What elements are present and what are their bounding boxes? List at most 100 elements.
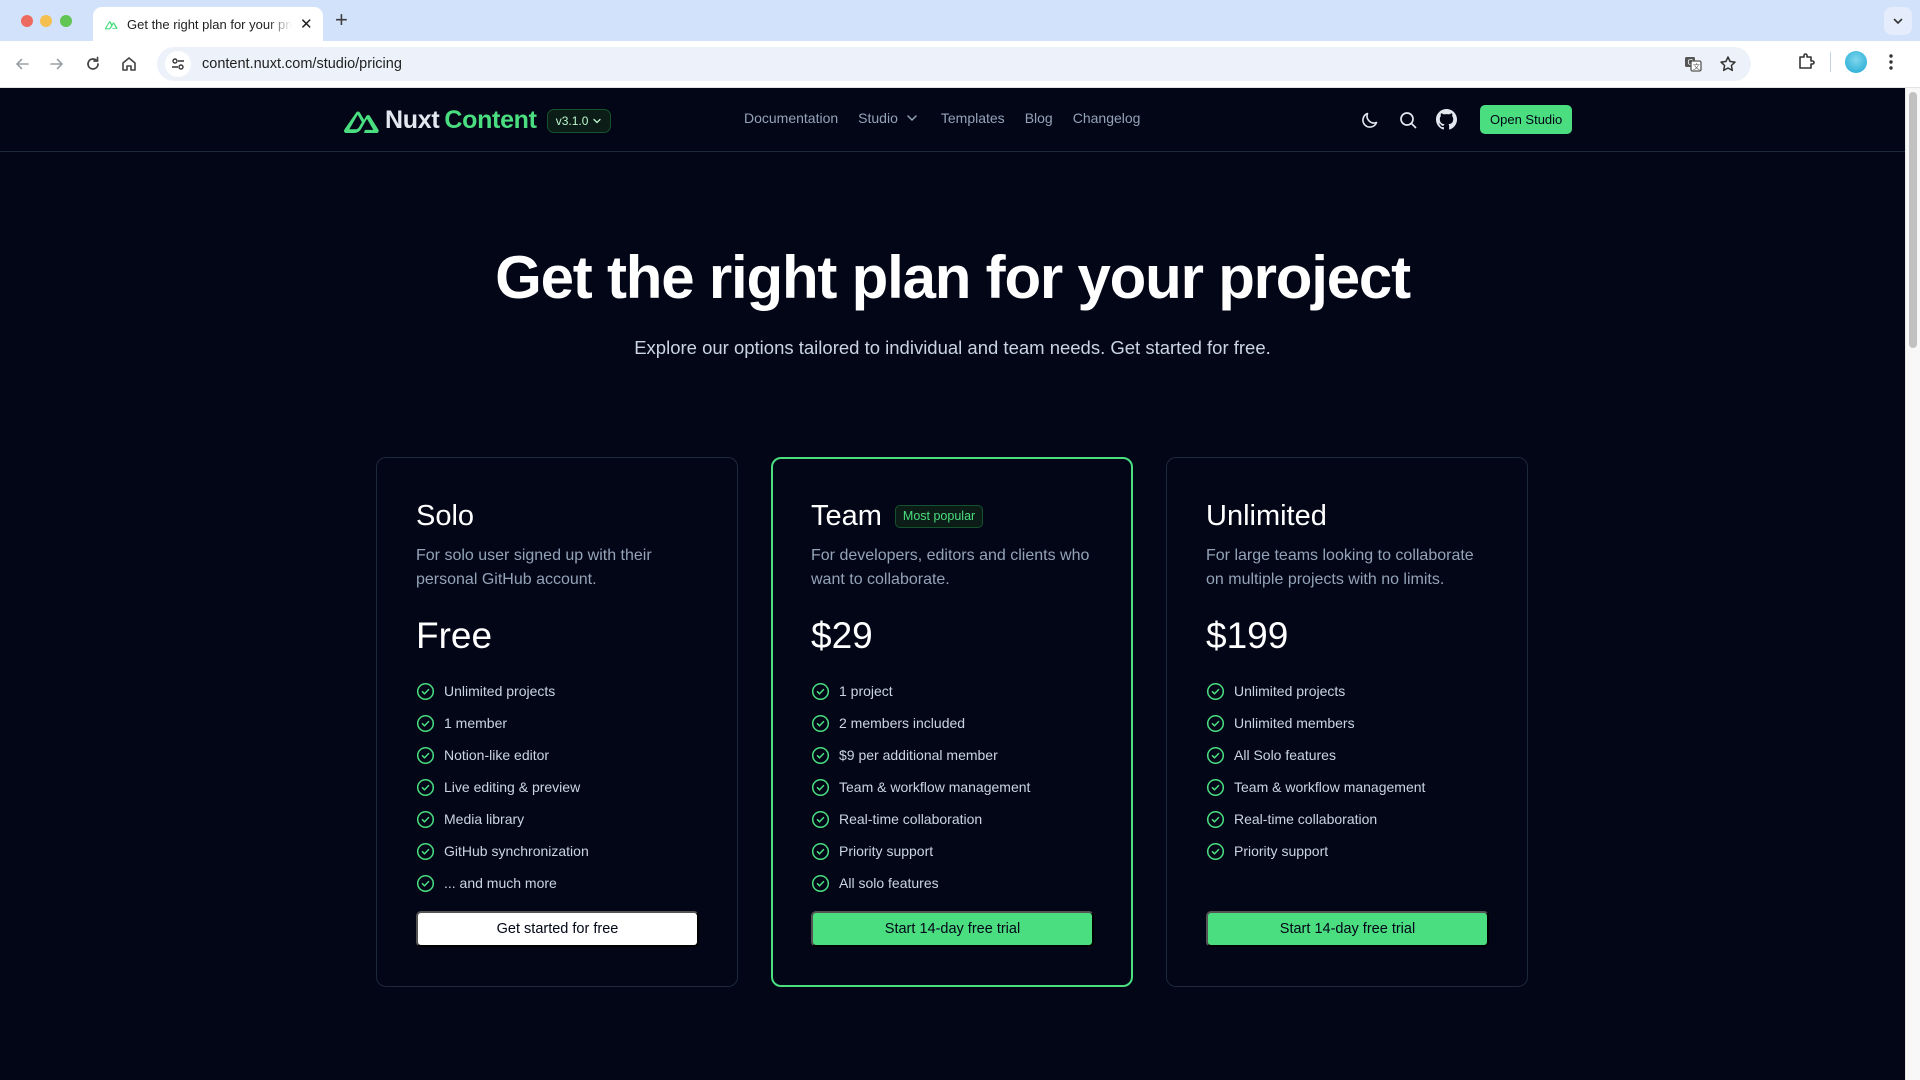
feature-item: Team & workflow management — [811, 771, 1093, 803]
plan-card-solo: Solo For solo user signed up with their … — [376, 457, 738, 987]
check-circle-icon — [1206, 842, 1225, 860]
toolbar-divider — [1830, 52, 1831, 72]
feature-item: Unlimited projects — [1206, 675, 1488, 707]
tab-search-button[interactable] — [1884, 7, 1912, 35]
plan-price: $29 — [811, 615, 873, 656]
main-nav: Documentation Studio Templates Blog Chan… — [744, 110, 1140, 126]
window-maximize-button[interactable] — [60, 15, 72, 27]
page-title: Get the right plan for your project — [495, 244, 1411, 311]
version-selector[interactable]: v3.1.0 — [546, 108, 612, 133]
nuxt-favicon-icon — [104, 21, 118, 30]
feature-item: 1 project — [811, 675, 1093, 707]
nav-studio[interactable]: Studio — [858, 110, 919, 126]
plan-name: Unlimited — [1206, 499, 1327, 532]
feature-item: ... and much more — [416, 867, 698, 899]
nav-changelog[interactable]: Changelog — [1073, 110, 1141, 126]
plan-price: $199 — [1206, 615, 1289, 656]
extensions-puzzle-icon[interactable] — [1796, 52, 1816, 72]
chevron-down-icon — [907, 115, 917, 122]
scrollbar-thumb[interactable] — [1909, 92, 1917, 348]
check-circle-icon — [811, 778, 830, 796]
nav-templates[interactable]: Templates — [941, 110, 1005, 126]
check-circle-icon — [416, 842, 435, 860]
feature-list: 1 project 2 members included $9 per additi… — [811, 675, 1093, 899]
feature-label: $9 per additional member — [839, 747, 998, 763]
nuxt-content-logo[interactable]: Nuxt Content v3.1.0 — [343, 106, 612, 135]
header-actions: Open Studio — [1358, 105, 1573, 134]
feature-label: Live editing & preview — [444, 779, 581, 795]
nav-label: Blog — [1024, 110, 1053, 126]
feature-label: Real-time collaboration — [839, 811, 983, 827]
get-started-free-button[interactable]: Get started for free — [416, 911, 699, 947]
back-button[interactable] — [9, 51, 35, 77]
feature-label: Priority support — [1234, 843, 1329, 859]
open-studio-button[interactable]: Open Studio — [1480, 105, 1573, 134]
feature-item: Unlimited members — [1206, 707, 1488, 739]
plan-name: Team — [811, 499, 882, 532]
close-tab-icon[interactable]: ✕ — [300, 17, 313, 32]
feature-label: Team & workflow management — [1234, 779, 1426, 795]
new-tab-button[interactable]: + — [335, 9, 348, 31]
reload-button[interactable] — [80, 51, 106, 77]
check-circle-icon — [811, 682, 830, 700]
check-circle-icon — [1206, 746, 1225, 764]
pricing-plans: Solo For solo user signed up with their … — [376, 457, 1528, 987]
github-link[interactable] — [1434, 108, 1458, 132]
plan-name: Solo — [416, 499, 475, 532]
feature-item: Real-time collaboration — [811, 803, 1093, 835]
svg-text:文: 文 — [1693, 62, 1700, 71]
check-circle-icon — [811, 842, 830, 860]
check-circle-icon — [811, 746, 830, 764]
github-icon — [1435, 109, 1457, 130]
feature-item: All Solo features — [1206, 739, 1488, 771]
logo-word-nuxt: Nuxt — [385, 106, 440, 134]
chevron-down-icon — [1893, 18, 1903, 25]
feature-item: Live editing & preview — [416, 771, 698, 803]
color-mode-toggle[interactable] — [1358, 108, 1382, 132]
feature-label: 1 member — [444, 715, 508, 731]
feature-item: Media library — [416, 803, 698, 835]
address-bar[interactable]: content.nuxt.com/studio/pricing G文 — [157, 47, 1751, 81]
start-team-trial-button[interactable]: Start 14-day free trial — [811, 911, 1094, 947]
bookmark-star-icon[interactable] — [1719, 55, 1737, 73]
feature-label: All solo features — [839, 875, 939, 891]
forward-button[interactable] — [44, 51, 70, 77]
browser-tab-strip: Get the right plan for your project ✕ + — [0, 0, 1920, 41]
home-button[interactable] — [116, 51, 142, 77]
search-button[interactable] — [1396, 108, 1420, 132]
feature-item: Priority support — [1206, 835, 1488, 867]
nav-documentation[interactable]: Documentation — [744, 110, 838, 126]
feature-item: $9 per additional member — [811, 739, 1093, 771]
check-circle-icon — [811, 714, 830, 732]
kebab-menu-icon[interactable] — [1883, 53, 1899, 71]
home-icon — [122, 57, 136, 71]
check-circle-icon — [1206, 778, 1225, 796]
check-circle-icon — [416, 778, 435, 796]
translate-icon[interactable]: G文 — [1683, 54, 1703, 74]
feature-item: 1 member — [416, 707, 698, 739]
site-header: Nuxt Content v3.1.0 Documentation Studio… — [0, 88, 1905, 152]
feature-label: Real-time collaboration — [1234, 811, 1378, 827]
check-circle-icon — [416, 714, 435, 732]
feature-list: Unlimited projects 1 member Notion-like ed… — [416, 675, 698, 899]
start-unlimited-trial-button[interactable]: Start 14-day free trial — [1206, 911, 1489, 947]
page-scrollbar[interactable] — [1905, 88, 1920, 1080]
nav-label: Templates — [940, 110, 1005, 126]
check-circle-icon — [416, 746, 435, 764]
feature-label: GitHub synchronization — [444, 843, 589, 859]
check-circle-icon — [416, 810, 435, 828]
url-text[interactable]: content.nuxt.com/studio/pricing — [202, 56, 402, 72]
check-circle-icon — [1206, 682, 1225, 700]
window-close-button[interactable] — [21, 15, 33, 27]
site-settings-button[interactable] — [165, 51, 191, 77]
plan-header: Unlimited — [1206, 496, 1488, 536]
feature-label: ... and much more — [444, 875, 557, 891]
tune-icon — [172, 58, 184, 70]
window-minimize-button[interactable] — [40, 15, 52, 27]
feature-item: GitHub synchronization — [416, 835, 698, 867]
nav-blog[interactable]: Blog — [1025, 110, 1053, 126]
feature-label: All Solo features — [1234, 747, 1336, 763]
feature-item: Priority support — [811, 835, 1093, 867]
profile-avatar[interactable] — [1845, 51, 1867, 73]
browser-tab-active[interactable]: Get the right plan for your project ✕ — [93, 7, 323, 41]
